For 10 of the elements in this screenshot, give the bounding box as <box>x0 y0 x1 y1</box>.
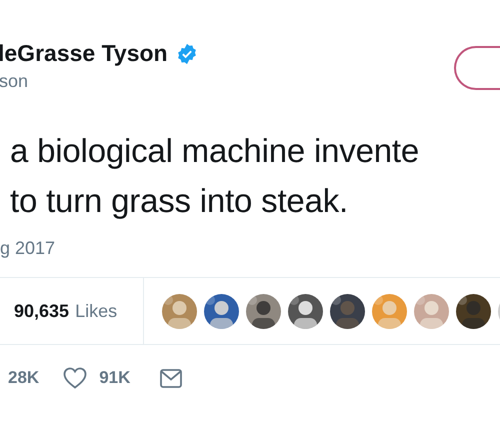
outline-button[interactable] <box>454 46 500 90</box>
envelope-icon[interactable] <box>160 368 182 388</box>
tweet-text-line: a biological machine invente <box>9 131 420 171</box>
likes-label[interactable]: Likes <box>75 300 118 322</box>
like-count[interactable]: 91K <box>99 368 130 388</box>
tweet-date[interactable]: g 2017 <box>0 238 56 259</box>
likes-count[interactable]: 90,635 <box>14 300 70 322</box>
tweet-text-line: to turn grass into steak. <box>9 181 350 221</box>
retweet-count[interactable]: 28K <box>8 368 40 388</box>
heart-icon[interactable] <box>63 367 88 389</box>
